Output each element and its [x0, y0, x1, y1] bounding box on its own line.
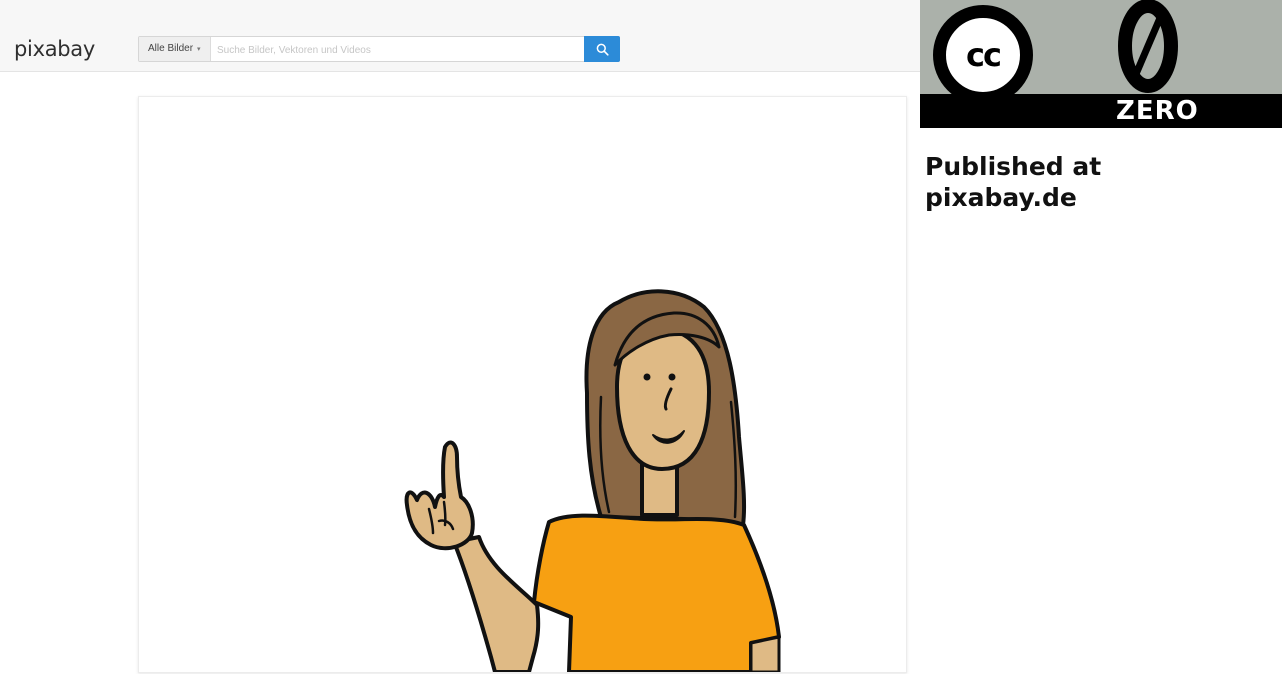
top-bar: pixabay Alle Bilder ▾ — [0, 0, 920, 72]
creative-commons-icon: cc — [933, 5, 1033, 105]
search-input[interactable] — [215, 39, 589, 61]
search-icon — [596, 43, 609, 56]
zero-icon — [1108, 0, 1188, 96]
published-at-text: Published at pixabay.de — [925, 151, 1245, 213]
zero-label: ZERO — [1116, 96, 1199, 126]
cc-label: cc — [966, 36, 1002, 74]
chevron-down-icon: ▾ — [197, 46, 201, 53]
media-type-label: Alle Bilder — [148, 43, 194, 54]
search-button[interactable] — [584, 36, 620, 62]
published-line-2: pixabay.de — [925, 183, 1077, 212]
pixabay-logo[interactable]: pixabay — [14, 35, 95, 63]
cartoon-woman-illustration — [404, 289, 781, 672]
main-image-card[interactable] — [138, 96, 907, 673]
zero-glyph-svg — [1118, 0, 1178, 93]
search-bar: Alle Bilder ▾ — [138, 36, 620, 62]
cc0-license-badge: cc ZERO — [920, 0, 1282, 128]
published-line-1: Published at — [925, 152, 1102, 181]
media-type-dropdown[interactable]: Alle Bilder ▾ — [139, 37, 211, 61]
